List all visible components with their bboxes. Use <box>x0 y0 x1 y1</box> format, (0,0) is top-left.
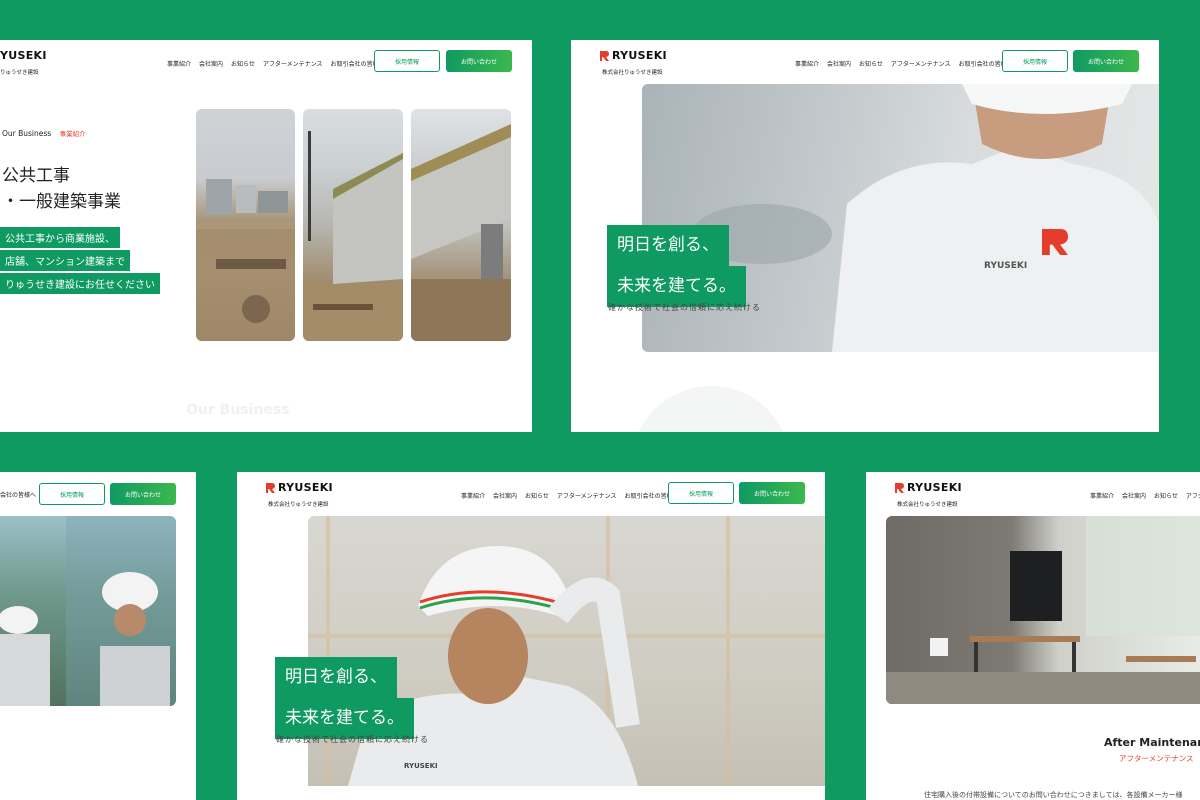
business-desc-line: りゅうせき建設にお任せください <box>0 273 160 294</box>
logo-text: RYUSEKI <box>278 481 333 494</box>
nav-item-partners[interactable]: 会社の皆様へ <box>0 490 36 499</box>
contact-button[interactable]: お問い合わせ <box>446 50 512 72</box>
construction-scene-2 <box>303 131 403 341</box>
worker-front-illustration <box>308 516 825 786</box>
logo-text: YUSEKI <box>0 49 47 62</box>
nav-item-business[interactable]: 事業紹介 <box>167 59 191 68</box>
construction-scene-3 <box>411 124 511 341</box>
company-name: りゅうせき建設 <box>0 70 39 76</box>
global-nav: 事業紹介 会社案内 お知らせ アフターメンテナンス お取引会社の皆様へ <box>461 491 679 500</box>
contact-button-label: お問い合わせ <box>124 491 161 499</box>
nav-item-business[interactable]: 事業紹介 <box>795 59 819 68</box>
helmet-logo-text: RYUSEKI <box>404 762 438 770</box>
section-watermark: Our Business <box>186 402 290 418</box>
panel-workers: 会社の皆様へ 採用情報 お問い合わせ <box>0 472 196 800</box>
nav-item-news[interactable]: お知らせ <box>859 59 883 68</box>
global-nav: 会社の皆様へ <box>0 490 36 499</box>
mockup-collage: YUSEKI りゅうせき建設 事業紹介 会社案内 お知らせ アフターメンテナンス… <box>0 0 1200 800</box>
hero-line-1: 明日を創る、 <box>607 225 729 266</box>
nav-item-company[interactable]: 会社案内 <box>493 491 517 500</box>
panel-hero-worker: RYUSEKI 株式会社りゅうせき建設 事業紹介 会社案内 お知らせ アフターメ… <box>237 472 825 800</box>
business-title: 公共工事 ・一般建築事業 <box>2 163 121 215</box>
business-desc-line: 店舗、マンション建築まで <box>0 250 130 271</box>
panel-business: YUSEKI りゅうせき建設 事業紹介 会社案内 お知らせ アフターメンテナンス… <box>0 40 532 432</box>
workers-photo <box>0 516 176 706</box>
construction-scene-1 <box>196 179 295 341</box>
recruit-button-label: 採用情報 <box>1022 58 1047 66</box>
contact-button-label: お問い合わせ <box>460 58 497 66</box>
hero-photo-worker: RYUSEKI <box>308 516 825 786</box>
recruit-button-label: 採用情報 <box>688 490 713 498</box>
maintenance-photo-room <box>886 516 1200 704</box>
panel-maintenance: RYUSEKI 株式会社りゅうせき建設 事業紹介 会社案内 お知らせ アフターメ… <box>866 472 1200 800</box>
logo[interactable]: RYUSEKI <box>598 49 667 62</box>
recruit-button[interactable]: 採用情報 <box>1002 50 1068 72</box>
nav-item-maintenance[interactable]: アフターメンテナンス <box>1186 491 1200 500</box>
construction-photo-1 <box>196 109 295 341</box>
nav-item-news[interactable]: お知らせ <box>525 491 549 500</box>
logo-mark-icon <box>895 482 904 493</box>
workers-illustration <box>0 516 176 706</box>
logo[interactable]: RYUSEKI <box>893 481 962 494</box>
maintenance-title-ja: アフターメンテナンス <box>1119 754 1194 763</box>
recruit-button[interactable]: 採用情報 <box>39 483 105 505</box>
nav-item-company[interactable]: 会社案内 <box>199 59 223 68</box>
contact-button-label: お問い合わせ <box>1087 58 1124 66</box>
hero-catchcopy: 明日を創る、 未来を建てる。 <box>275 657 414 739</box>
recruit-button-label: 採用情報 <box>59 491 84 499</box>
hero-subtext: 確かな技術で社会の信頼に応え続ける <box>276 735 429 744</box>
construction-photo-2 <box>303 109 403 341</box>
living-room-illustration <box>886 516 1200 704</box>
nav-item-news[interactable]: お知らせ <box>1154 491 1178 500</box>
contact-button[interactable]: お問い合わせ <box>110 483 176 505</box>
nav-item-business[interactable]: 事業紹介 <box>461 491 485 500</box>
logo[interactable]: RYUSEKI <box>264 481 333 494</box>
recruit-button[interactable]: 採用情報 <box>668 482 734 504</box>
recruit-button[interactable]: 採用情報 <box>374 50 440 72</box>
section-heading-en: Our Business <box>2 129 52 138</box>
company-name: 株式会社りゅうせき建設 <box>897 502 958 508</box>
panel-hero-jacket: RYUSEKI 株式会社りゅうせき建設 事業紹介 会社案内 お知らせ アフターメ… <box>571 40 1159 432</box>
nav-item-maintenance[interactable]: アフターメンテナンス <box>891 59 951 68</box>
decorative-curve <box>631 386 791 432</box>
business-description: 公共工事から商業施設、 店舗、マンション建築まで りゅうせき建設にお任せください <box>0 227 160 296</box>
hero-line-2: 未来を建てる。 <box>607 266 746 307</box>
section-heading: Our Business 事業紹介 <box>2 128 86 138</box>
section-heading-ja: 事業紹介 <box>59 130 86 138</box>
hero-subtext: 確かな技術で社会の信頼に応え続ける <box>608 303 761 312</box>
maintenance-body: 住宅購入後の付帯設備についてのお問い合わせにつきましては、各設備メーカー様 <box>924 791 1183 799</box>
global-nav: 事業紹介 会社案内 お知らせ アフターメンテナンス お取引会社の皆様へ <box>167 59 385 68</box>
global-nav: 事業紹介 会社案内 お知らせ アフターメンテナンス お取引会社の皆様へ <box>795 59 1013 68</box>
contact-button[interactable]: お問い合わせ <box>739 482 805 504</box>
company-name: 株式会社りゅうせき建設 <box>602 70 663 76</box>
business-desc-line: 公共工事から商業施設、 <box>0 227 120 248</box>
recruit-button-label: 採用情報 <box>394 58 419 66</box>
construction-photo-3 <box>411 109 511 341</box>
contact-button-label: お問い合わせ <box>753 490 790 498</box>
nav-item-maintenance[interactable]: アフターメンテナンス <box>263 59 323 68</box>
business-title-line1: 公共工事 <box>2 166 70 186</box>
nav-item-company[interactable]: 会社案内 <box>827 59 851 68</box>
nav-item-maintenance[interactable]: アフターメンテナンス <box>557 491 617 500</box>
contact-button[interactable]: お問い合わせ <box>1073 50 1139 72</box>
hero-catchcopy: 明日を創る、 未来を建てる。 <box>607 225 746 307</box>
maintenance-title-en: After Maintenar <box>1104 736 1200 749</box>
global-nav: 事業紹介 会社案内 お知らせ アフターメンテナンス <box>1090 491 1200 500</box>
nav-item-news[interactable]: お知らせ <box>231 59 255 68</box>
nav-item-business[interactable]: 事業紹介 <box>1090 491 1114 500</box>
hero-line-1: 明日を創る、 <box>275 657 397 698</box>
nav-item-company[interactable]: 会社案内 <box>1122 491 1146 500</box>
logo-text: RYUSEKI <box>612 49 667 62</box>
logo-mark-icon <box>600 50 609 61</box>
logo-text: RYUSEKI <box>907 481 962 494</box>
logo[interactable]: YUSEKI <box>0 49 47 62</box>
business-title-line2: ・一般建築事業 <box>2 192 121 212</box>
company-name: 株式会社りゅうせき建設 <box>268 502 329 508</box>
logo-mark-icon <box>266 482 275 493</box>
hero-line-2: 未来を建てる。 <box>275 698 414 739</box>
jacket-logo-text: RYUSEKI <box>984 261 1028 271</box>
